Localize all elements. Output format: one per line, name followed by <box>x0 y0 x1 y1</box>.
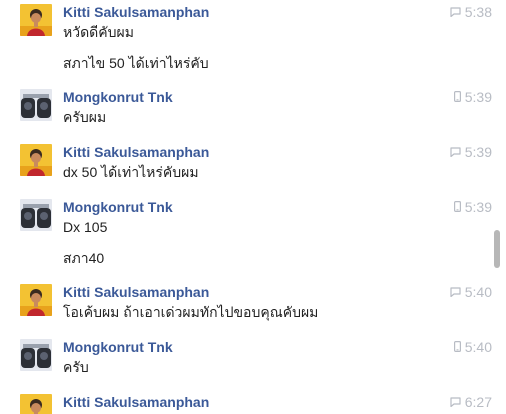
mobile-icon <box>453 199 461 215</box>
chat-bubble-icon <box>450 284 461 300</box>
message-text: dx 50 ได้เท่าไหร่คับผม <box>63 164 199 180</box>
mobile-icon <box>453 89 461 105</box>
timestamp-text: 5:38 <box>464 4 492 20</box>
chat-bubble-icon <box>450 4 461 20</box>
timestamp: 5:39 <box>453 199 492 215</box>
sender-name[interactable]: Mongkonrut Tnk <box>63 199 173 215</box>
timestamp-text: 6:27 <box>464 394 492 410</box>
timestamp: 6:27 <box>450 394 492 410</box>
timestamp-text: 5:39 <box>464 89 492 105</box>
sender-name[interactable]: Kitti Sakulsamanphan <box>63 4 209 20</box>
sender-name[interactable]: Kitti Sakulsamanphan <box>63 144 209 160</box>
sender-name[interactable]: Kitti Sakulsamanphan <box>63 394 209 410</box>
timestamp: 5:38 <box>450 4 492 20</box>
timestamp: 5:40 <box>450 284 492 300</box>
timestamp-text: 5:39 <box>464 144 492 160</box>
chat-bubble-icon <box>450 144 461 160</box>
avatar[interactable] <box>20 89 52 121</box>
mobile-icon <box>453 339 461 355</box>
message-text: ครับผม <box>63 109 107 125</box>
avatar[interactable] <box>20 284 52 316</box>
avatar[interactable] <box>20 394 52 414</box>
message-text: สภา40 <box>63 250 105 266</box>
message-text: สภาไข 50 ได้เท่าไหร่คับ <box>63 55 209 71</box>
message-text: ครับ <box>63 359 89 375</box>
avatar[interactable] <box>20 199 52 231</box>
timestamp: 5:39 <box>453 89 492 105</box>
sender-name[interactable]: Kitti Sakulsamanphan <box>63 284 209 300</box>
timestamp: 5:39 <box>450 144 492 160</box>
message-text: หวัดดีคับผม <box>63 24 134 40</box>
message-thread: Kitti Sakulsamanphan 5:38 หวัดดีคับผมสภาไข… <box>0 0 492 414</box>
message-text: Dx 105 <box>63 219 108 235</box>
avatar[interactable] <box>20 144 52 176</box>
sender-name[interactable]: Mongkonrut Tnk <box>63 89 173 105</box>
chat-bubble-icon <box>450 394 461 410</box>
sender-name[interactable]: Mongkonrut Tnk <box>63 339 173 355</box>
scrollbar-thumb[interactable] <box>494 230 500 268</box>
message-text: โอเค้บผม ถ้าเอาเด่วผมทักไปขอบคุณคับผม <box>63 304 319 320</box>
timestamp: 5:40 <box>453 339 492 355</box>
avatar[interactable] <box>20 339 52 371</box>
timestamp-text: 5:40 <box>464 284 492 300</box>
timestamp-text: 5:40 <box>464 339 492 355</box>
timestamp-text: 5:39 <box>464 199 492 215</box>
avatar[interactable] <box>20 4 52 36</box>
